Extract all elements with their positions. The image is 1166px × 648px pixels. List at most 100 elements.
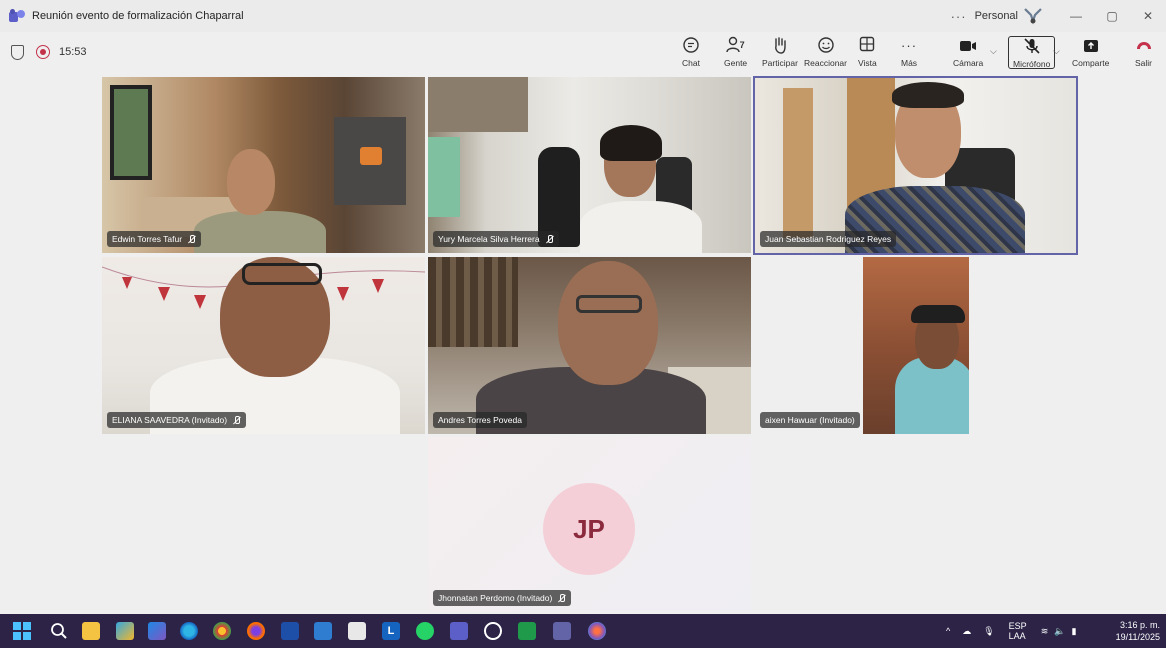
participant-name: aixen Hawuar (Invitado) <box>765 415 855 425</box>
leave-label: Salir <box>1135 58 1153 68</box>
mic-off-icon <box>1023 37 1041 57</box>
battery-icon[interactable]: ▮ <box>1071 626 1076 637</box>
raise-hand-button[interactable]: Participar <box>762 36 798 70</box>
video-tile-aixen[interactable]: aixen Hawuar (Invitado) <box>755 257 969 434</box>
close-window-button[interactable]: ✕ <box>1130 9 1166 23</box>
react-button[interactable]: Reaccionar <box>804 36 847 70</box>
camera-button[interactable]: Cámara <box>953 36 983 70</box>
wifi-icon[interactable]: ≋ <box>1041 626 1049 637</box>
mail-icon[interactable] <box>314 622 332 640</box>
camera-options-chevron-icon[interactable]: ⌵ <box>990 46 997 57</box>
microphone-tray-icon[interactable]: 🎙 <box>983 626 994 637</box>
people-icon: 7 <box>725 36 746 56</box>
copilot-icon[interactable] <box>116 622 134 640</box>
leave-button[interactable]: Salir <box>1135 36 1152 70</box>
chat-button[interactable]: Chat <box>682 36 700 70</box>
video-tile-edwin[interactable]: Edwin Torres Tafur <box>102 77 425 253</box>
system-tray: ^ ☁ 🎙 ESP LAA ≋ 🔈 ▮ <box>946 614 1076 648</box>
file-explorer-icon[interactable] <box>82 622 100 640</box>
firefox-icon[interactable] <box>247 622 265 640</box>
cloud-icon[interactable]: ☁ <box>962 626 971 637</box>
chevron-up-icon[interactable]: ^ <box>946 626 950 636</box>
launcher-icon[interactable]: L <box>382 622 400 640</box>
camera-label: Cámara <box>953 58 984 68</box>
windows-start-icon[interactable] <box>13 622 31 640</box>
volume-icon[interactable]: 🔈 <box>1054 626 1065 637</box>
participant-name-tag: Juan Sebastian Rodriguez Reyes <box>760 231 897 247</box>
editor-icon[interactable] <box>281 622 299 640</box>
avatar: JP <box>543 483 635 575</box>
chat-label: Chat <box>682 58 700 68</box>
camera-icon <box>959 36 977 56</box>
edge-icon[interactable] <box>180 622 198 640</box>
mic-muted-icon <box>557 593 566 603</box>
video-tile-jhonnatan[interactable]: JP Jhonnatan Perdomo (Invitado) <box>428 437 751 612</box>
more-button[interactable]: ··· Más <box>901 36 917 70</box>
language-indicator[interactable]: ESP LAA <box>1009 621 1027 641</box>
search-icon[interactable] <box>50 622 68 640</box>
window-title: Reunión evento de formalización Chaparra… <box>32 10 244 22</box>
share-label: Comparte <box>1072 58 1110 68</box>
share-button[interactable]: Comparte <box>1072 36 1109 70</box>
chat-icon <box>682 36 700 56</box>
shield-icon[interactable] <box>11 45 24 60</box>
participant-name: Juan Sebastian Rodriguez Reyes <box>765 234 892 244</box>
microphone-button[interactable]: Micrófono <box>1008 36 1056 69</box>
participant-name-tag: ELIANA SAAVEDRA (Invitado) <box>107 412 247 428</box>
view-label: Vista <box>858 58 877 68</box>
people-label: Gente <box>724 58 748 68</box>
video-tile-andres[interactable]: Andres Torres Poveda <box>428 257 751 434</box>
meeting-timer: 15:53 <box>59 46 87 58</box>
teams-taskbar-icon[interactable] <box>450 622 468 640</box>
language-code: ESP <box>1008 621 1027 631</box>
chrome-icon[interactable] <box>213 622 231 640</box>
participant-name: ELIANA SAAVEDRA (Invitado) <box>112 415 228 425</box>
video-tile-juan[interactable]: Juan Sebastian Rodriguez Reyes <box>753 76 1078 255</box>
participant-name: Yury Marcela Silva Herrera <box>438 234 540 244</box>
minimize-button[interactable]: — <box>1058 9 1094 23</box>
meeting-toolbar: 15:53 Chat 7 Gente Participar Reaccionar… <box>0 32 1166 74</box>
more-icon: ··· <box>901 38 918 53</box>
phone-hangup-icon <box>1136 42 1151 49</box>
app-icon[interactable] <box>518 622 536 640</box>
more-label: Más <box>901 58 918 68</box>
people-button[interactable]: 7 Gente <box>724 36 747 70</box>
view-button[interactable]: Vista <box>858 36 877 70</box>
participant-name: Edwin Torres Tafur <box>112 234 183 244</box>
smile-icon <box>817 36 835 56</box>
copilot-app-icon[interactable] <box>148 622 166 640</box>
store-icon[interactable] <box>348 622 366 640</box>
participant-name-tag: Yury Marcela Silva Herrera <box>433 231 559 247</box>
more-options-button[interactable]: ··· <box>951 9 967 24</box>
mic-muted-icon <box>187 234 196 244</box>
clock[interactable]: 3:16 p. m. 19/11/2025 <box>1116 619 1160 643</box>
react-label: Reaccionar <box>804 58 847 68</box>
participant-name-tag: aixen Hawuar (Invitado) <box>760 412 860 428</box>
profile-label[interactable]: Personal <box>975 10 1018 22</box>
whatsapp-icon[interactable] <box>416 622 434 640</box>
video-tile-eliana[interactable]: ELIANA SAAVEDRA (Invitado) <box>102 257 425 434</box>
raise-hand-label: Participar <box>762 58 798 68</box>
photos-icon[interactable] <box>588 622 606 640</box>
teams-icon <box>9 9 25 23</box>
profile-avatar[interactable] <box>1022 7 1044 25</box>
share-icon <box>1083 36 1099 56</box>
clock-date: 19/11/2025 <box>1115 632 1160 642</box>
taskbar: L ^ ☁ 🎙 ESP LAA ≋ 🔈 ▮ 3:16 p. m. 19/11/2… <box>0 614 1166 648</box>
chatgpt-icon[interactable] <box>484 622 502 640</box>
restore-button[interactable]: ▢ <box>1094 9 1130 23</box>
keyboard-layout: LAA <box>1008 631 1026 641</box>
people-count: 7 <box>739 40 745 50</box>
video-tile-yury[interactable]: Yury Marcela Silva Herrera <box>428 77 751 253</box>
participant-name-tag: Edwin Torres Tafur <box>107 231 202 247</box>
participant-name: Jhonnatan Perdomo (Invitado) <box>438 593 553 603</box>
hand-icon <box>772 36 788 56</box>
teams-active-icon[interactable] <box>553 622 571 640</box>
title-bar: Reunión evento de formalización Chaparra… <box>0 0 1166 32</box>
recording-icon <box>36 45 50 59</box>
mic-options-chevron-icon[interactable]: ⌵ <box>1053 46 1060 57</box>
mic-muted-icon <box>545 234 554 244</box>
participant-name-tag: Andres Torres Poveda <box>433 412 527 428</box>
participant-name-tag: Jhonnatan Perdomo (Invitado) <box>433 590 572 606</box>
grid-icon <box>859 36 875 56</box>
